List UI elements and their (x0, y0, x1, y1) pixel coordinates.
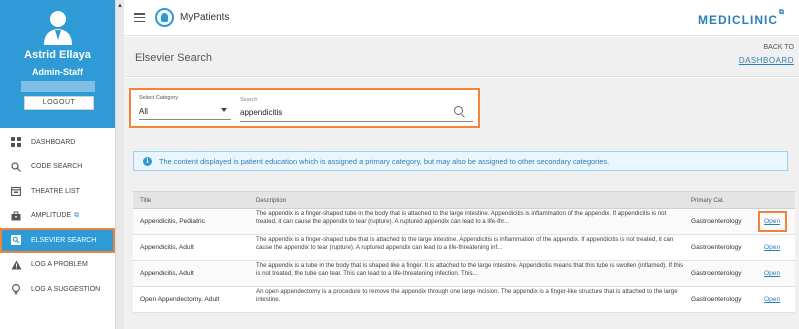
result-category: Gastroenterology (691, 270, 742, 277)
briefcase-icon (10, 210, 22, 222)
warning-triangle-icon (10, 259, 22, 271)
user-name: Astrid Ellaya (24, 49, 91, 61)
sidebar-item-log-a-suggestion[interactable]: LOG A SUGGESTION (0, 277, 115, 302)
table-header: Title Description Primary Cat. (133, 191, 795, 209)
external-link-icon: ⧉ (74, 211, 80, 219)
info-banner: i The content displayed is patient educa… (133, 151, 788, 171)
sidebar: Astrid Ellaya Admin-Staff LOGOUT DASHBOA… (0, 0, 115, 329)
lightbulb-icon (10, 283, 22, 295)
result-title: Appendicitis, Pediatric (140, 218, 205, 225)
sidebar-item-elsevier-search[interactable]: ELSEVIER SEARCH (0, 228, 115, 253)
sidebar-scrollbar[interactable]: ▲ (115, 0, 124, 329)
mypatients-logo-icon (155, 8, 174, 27)
open-link[interactable]: Open (764, 244, 780, 251)
sidebar-item-label: CODE SEARCH (31, 163, 83, 171)
app-title: MyPatients (180, 12, 230, 23)
calendar-icon (10, 185, 22, 197)
open-link[interactable]: Open (764, 270, 780, 277)
sidebar-item-log-a-problem[interactable]: LOG A PROBLEM (0, 253, 115, 278)
sidebar-item-dashboard[interactable]: DASHBOARD (0, 130, 115, 155)
sidebar-item-label: LOG A PROBLEM (31, 261, 88, 269)
category-select[interactable]: Select Category All (139, 93, 231, 120)
search-field-label: Search (240, 97, 258, 103)
search-icon[interactable] (454, 106, 463, 115)
top-bar: MyPatients MEDICLINIC⧉ (124, 0, 799, 36)
table-row: Open Appendectomy, Adult An open appende… (133, 287, 795, 313)
result-title: Appendicitis, Adult (140, 270, 194, 277)
brand-logo: MEDICLINIC⧉ (698, 9, 785, 27)
sidebar-item-label: ELSEVIER SEARCH (31, 236, 97, 244)
search-field[interactable]: Search (240, 96, 473, 122)
table-row: Appendicitis, Adult The appendix is a fi… (133, 235, 795, 261)
sidebar-nav: DASHBOARD CODE SEARCH THEATRE LIST AMPLI… (0, 130, 115, 302)
column-header-title: Title (140, 198, 152, 204)
result-description: The appendix is a tube in the body that … (256, 262, 684, 278)
info-text: The content displayed is patient educati… (159, 157, 610, 166)
page-title: Elsevier Search (135, 52, 213, 64)
back-to-label: BACK TO (763, 44, 794, 51)
search-box-icon (10, 234, 22, 246)
back-to-dashboard-link[interactable]: DASHBOARD (739, 56, 794, 65)
user-avatar-icon (44, 11, 72, 45)
search-input[interactable] (240, 108, 440, 117)
sidebar-item-theatre-list[interactable]: THEATRE LIST (0, 179, 115, 204)
result-title: Appendicitis, Adult (140, 244, 194, 251)
redacted-field (21, 81, 95, 92)
brand-name: MEDICLINIC (698, 13, 778, 27)
app-window: Astrid Ellaya Admin-Staff LOGOUT DASHBOA… (0, 0, 799, 329)
category-select-label: Select Category (139, 95, 179, 101)
sidebar-item-amplitude[interactable]: AMPLITUDE ⧉ (0, 204, 115, 229)
logout-button[interactable]: LOGOUT (24, 96, 94, 110)
search-icon (10, 161, 22, 173)
table-body: Appendicitis, Pediatric The appendix is … (133, 209, 795, 313)
sidebar-item-label: AMPLITUDE (31, 212, 72, 220)
open-link[interactable]: Open (764, 296, 780, 303)
result-title: Open Appendectomy, Adult (140, 296, 220, 303)
main-content: Select Category All Search i The content… (124, 78, 799, 329)
table-row: Appendicitis, Pediatric The appendix is … (133, 209, 795, 235)
result-category: Gastroenterology (691, 296, 742, 303)
results-table: Title Description Primary Cat. Appendici… (133, 191, 795, 313)
table-row: Appendicitis, Adult The appendix is a tu… (133, 261, 795, 287)
brand-mark-icon: ⧉ (779, 9, 785, 16)
column-header-description: Description (256, 198, 287, 204)
chevron-down-icon (221, 108, 227, 112)
profile-panel: Astrid Ellaya Admin-Staff LOGOUT (0, 0, 115, 128)
result-category: Gastroenterology (691, 218, 742, 225)
result-description: An open appendectomy is a procedure to r… (256, 288, 678, 304)
user-role: Admin-Staff (32, 67, 83, 77)
page-header: Elsevier Search BACK TO DASHBOARD (124, 37, 799, 77)
sidebar-item-code-search[interactable]: CODE SEARCH (0, 155, 115, 180)
search-panel: Select Category All Search (129, 88, 480, 128)
hamburger-menu-icon[interactable] (134, 13, 145, 23)
result-description: The appendix is a finger-shaped tube in … (256, 210, 667, 226)
category-select-value: All (139, 107, 148, 116)
info-icon: i (143, 157, 152, 166)
sidebar-item-label: LOG A SUGGESTION (31, 285, 101, 293)
scroll-up-arrow-icon[interactable]: ▲ (117, 3, 123, 9)
open-link[interactable]: Open (764, 218, 780, 225)
column-header-primary-cat: Primary Cat. (691, 198, 725, 204)
sidebar-item-label: THEATRE LIST (31, 187, 80, 195)
result-description: The appendix is a finger-shaped tube tha… (256, 236, 674, 252)
sidebar-item-label: DASHBOARD (31, 138, 76, 146)
dashboard-grid-icon (10, 136, 22, 148)
result-category: Gastroenterology (691, 244, 742, 251)
